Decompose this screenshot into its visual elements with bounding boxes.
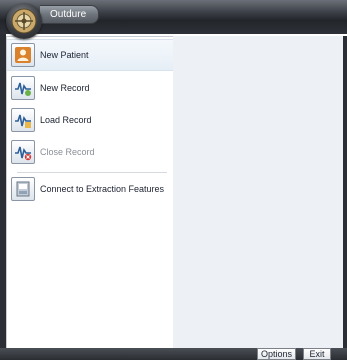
menu-item-load-record[interactable]: Load Record <box>7 105 173 135</box>
menu-label-close-record: Close Record <box>40 147 95 157</box>
options-button[interactable]: Options <box>257 348 296 360</box>
right-frame <box>343 36 347 348</box>
new-patient-icon <box>11 43 35 67</box>
menu-label-new-patient: New Patient <box>40 50 89 60</box>
menu-separator <box>17 172 167 173</box>
exit-button[interactable]: Exit <box>303 348 331 360</box>
menu-label-connect-extraction: Connect to Extraction Features <box>40 184 165 194</box>
menu-label-new-record: New Record <box>40 83 90 93</box>
close-record-icon <box>11 140 35 164</box>
new-record-icon <box>11 76 35 100</box>
menu-item-new-record[interactable]: New Record <box>7 73 173 103</box>
connect-icon <box>11 177 35 201</box>
app-orb-icon[interactable] <box>6 3 42 39</box>
menu-label-load-record: Load Record <box>40 115 92 125</box>
menu-item-connect-extraction[interactable]: Connect to Extraction Features <box>7 174 173 204</box>
menu-item-close-record[interactable]: Close Record <box>7 137 173 167</box>
app-title-tab[interactable]: Outdure <box>40 5 100 24</box>
load-record-icon <box>11 108 35 132</box>
menu-item-new-patient[interactable]: New Patient <box>7 39 173 71</box>
application-menu: New Patient New Record Load Record Close… <box>6 36 174 350</box>
recent-items-pane <box>173 36 347 348</box>
